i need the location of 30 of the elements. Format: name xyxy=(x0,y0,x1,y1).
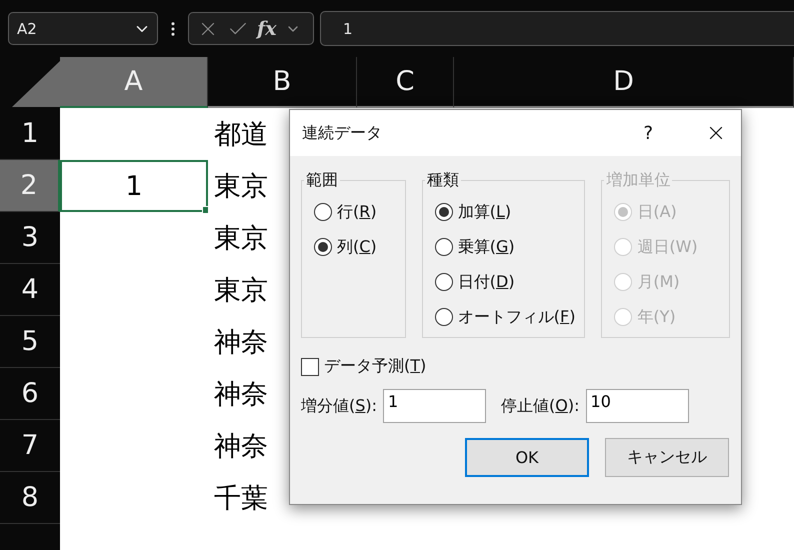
select-all-icon[interactable] xyxy=(12,61,60,107)
radio-label[interactable]: 加算(L) xyxy=(458,202,512,222)
radio-label[interactable]: 乗算(G) xyxy=(458,236,515,258)
input-field[interactable]: 1 xyxy=(383,389,486,423)
checkbox[interactable] xyxy=(301,358,319,376)
group-title: 種類 xyxy=(426,170,460,191)
group-title: 増加単位 xyxy=(605,170,672,191)
insert-function-button[interactable]: fx xyxy=(257,18,277,40)
active-cell[interactable]: 1 xyxy=(60,160,208,212)
group-title: 範囲 xyxy=(305,170,339,191)
cancel-button[interactable]: キャンセル xyxy=(605,438,729,477)
radio-button[interactable] xyxy=(314,203,332,221)
input-field[interactable]: 10 xyxy=(586,389,689,423)
radio-button[interactable] xyxy=(434,273,453,291)
radio-button[interactable] xyxy=(434,203,453,221)
radio-button[interactable] xyxy=(314,238,332,256)
field-label: 停止値(O): xyxy=(501,396,580,416)
radio-button[interactable] xyxy=(434,308,453,326)
radio-label[interactable]: オートフィル(F) xyxy=(458,306,576,328)
name-box[interactable]: A2 xyxy=(8,12,158,45)
column-header[interactable]: D xyxy=(454,57,794,108)
radio-label[interactable]: 日付(D) xyxy=(458,272,515,292)
radio-button[interactable] xyxy=(434,238,453,256)
formula-input[interactable]: 1 xyxy=(320,11,794,46)
help-button[interactable]: ? xyxy=(643,122,653,144)
row-header[interactable]: 2 xyxy=(0,160,60,212)
column-header[interactable]: B xyxy=(208,57,357,108)
column-header[interactable]: C xyxy=(357,57,454,108)
cell-reference: A2 xyxy=(17,20,37,38)
ok-button[interactable]: OK xyxy=(465,438,589,477)
